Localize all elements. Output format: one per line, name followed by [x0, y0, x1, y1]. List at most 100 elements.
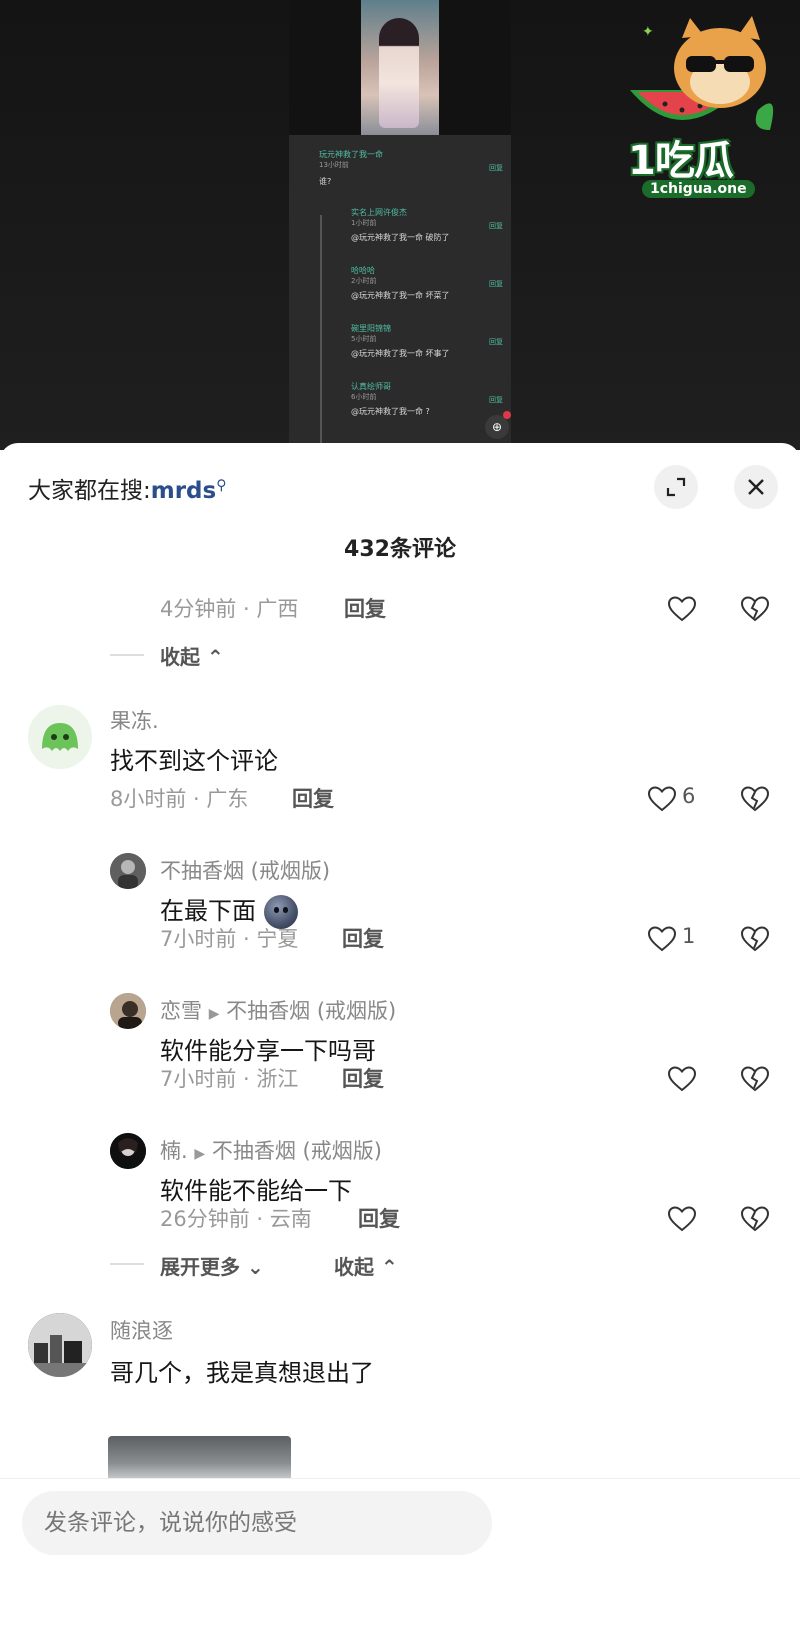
like-icon[interactable] [666, 1203, 698, 1235]
comment-text: 找不到这个评论 [110, 747, 278, 775]
reply-text: 软件能分享一下吗哥 [160, 1037, 376, 1065]
reply-button[interactable]: 回复 [342, 1063, 384, 1093]
comment-username[interactable]: 果冻. [110, 705, 159, 735]
like-count: 1 [682, 924, 696, 948]
screenshot-comment-user: 认真绘师哥 [351, 382, 391, 391]
avatar[interactable] [110, 853, 146, 889]
like-icon[interactable] [666, 1063, 698, 1095]
dislike-icon[interactable] [739, 1203, 771, 1235]
collapse-label: 收起 [160, 645, 200, 669]
screenshot-comment: 玩元神救了我一命 13小时前 谁? [319, 149, 383, 187]
comment-sheet: 大家都在搜:mrds⚲ 432条评论 4分钟前 · 广西 回复 收起 ⌃ 果冻.… [0, 443, 800, 1628]
screenshot-reply-link: 回复 [489, 338, 503, 346]
expand-icon [666, 477, 686, 497]
video-area[interactable]: 玩元神救了我一命 13小时前 谁? 回复 实名上网许俊杰 1小时前 @玩元神救了… [0, 0, 800, 450]
reply-username[interactable]: 不抽香烟 (戒烟版) [160, 855, 330, 885]
reply-username-line: 楠. ▶ 不抽香烟 (戒烟版) [160, 1135, 382, 1165]
expand-button[interactable] [654, 465, 698, 509]
collapse-button[interactable]: 收起 ⌃ [160, 641, 224, 670]
divider [110, 1263, 144, 1265]
reply-to-username[interactable]: 不抽香烟 (戒烟版) [212, 1139, 382, 1163]
screenshot-reply-link: 回复 [489, 164, 503, 172]
screenshot-comment-text: @玩元神救了我一命 ? [351, 407, 430, 416]
like-count: 6 [682, 784, 696, 808]
like-icon[interactable] [646, 783, 678, 815]
reply-button[interactable]: 回复 [358, 1203, 400, 1233]
screenshot-reply-link: 回复 [489, 222, 503, 230]
screenshot-comment: 碗里阳锦锦 5小时前 @玩元神救了我一命 坏事了 [351, 323, 450, 359]
hamster-mascot-icon: ✦ [630, 16, 774, 130]
collapse-button[interactable]: 收起 ⌃ [334, 1251, 398, 1280]
screenshot-comment-text: @玩元神救了我一命 坏菜了 [351, 291, 450, 300]
screenshot-comment: 认真绘师哥 6小时前 @玩元神救了我一命 ? [351, 381, 430, 417]
screenshot-comment: 实名上网许俊杰 1小时前 @玩元神救了我一命 破防了 [351, 207, 450, 243]
chevron-down-icon: ⌄ [246, 1255, 264, 1279]
comment-count-title: 432条评论 [344, 537, 456, 562]
comment-meta: 8小时前 · 广东 [110, 787, 249, 811]
dislike-icon[interactable] [739, 923, 771, 955]
screenshot-comment-text: @玩元神救了我一命 破防了 [351, 233, 450, 242]
reply-text: 软件能不能给一下 [160, 1177, 352, 1205]
reply-to-username[interactable]: 不抽香烟 (戒烟版) [226, 999, 396, 1023]
screenshot-comment-time: 5小时前 [351, 335, 377, 343]
reply-meta: 7小时前 · 宁夏 [160, 927, 299, 951]
screenshot-comment-text: 谁? [319, 177, 332, 186]
chevron-up-icon: ⌃ [380, 1255, 398, 1279]
comment-input[interactable] [22, 1491, 492, 1555]
avatar[interactable] [28, 1313, 92, 1377]
screenshot-comment-time: 1小时前 [351, 219, 377, 227]
comment-username[interactable]: 随浪逐 [110, 1315, 173, 1345]
screenshot-comment: 哈哈哈 2小时前 @玩元神救了我一命 坏菜了 [351, 265, 450, 301]
avatar-image-icon [110, 1133, 146, 1169]
reply-button[interactable]: 回复 [292, 783, 334, 813]
reply-arrow-icon: ▶ [208, 1006, 220, 1022]
reply-button[interactable]: 回复 [344, 593, 386, 623]
svg-text:✦: ✦ [642, 24, 654, 40]
screenshot-comment-text: @玩元神救了我一命 坏事了 [351, 349, 450, 358]
reply-username[interactable]: 恋雪 [160, 999, 202, 1023]
close-button[interactable] [734, 465, 778, 509]
search-icon: ⚲ [216, 477, 227, 494]
reply-username-line: 恋雪 ▶ 不抽香烟 (戒烟版) [160, 995, 396, 1025]
comment-input-bar [0, 1478, 800, 1629]
dislike-icon[interactable] [739, 1063, 771, 1095]
logo-text-big: 1吃瓜 [628, 138, 734, 184]
comment-image-thumbnail[interactable] [108, 1436, 291, 1481]
avatar[interactable] [28, 705, 92, 769]
expand-more-label: 展开更多 [160, 1255, 240, 1279]
logo-text-small: 1chigua.one [642, 180, 755, 198]
avatar-image-icon [110, 993, 146, 1029]
dislike-icon[interactable] [739, 783, 771, 815]
screenshot-comment-user: 哈哈哈 [351, 266, 375, 275]
screenshot-comment-user: 实名上网许俊杰 [351, 208, 407, 217]
screenshot-reply-link: 回复 [489, 280, 503, 288]
video-screenshot: 玩元神救了我一命 13小时前 谁? 回复 实名上网许俊杰 1小时前 @玩元神救了… [289, 0, 511, 450]
avatar[interactable] [110, 1133, 146, 1169]
like-icon[interactable] [666, 593, 698, 625]
photo-figure [379, 18, 419, 128]
close-icon [748, 479, 764, 495]
avatar-image-icon [28, 1313, 92, 1377]
reply-button[interactable]: 回复 [342, 923, 384, 953]
trending-search[interactable]: 大家都在搜:mrds⚲ [28, 471, 226, 505]
collapse-label: 收起 [334, 1255, 374, 1279]
screenshot-comment-time: 6小时前 [351, 393, 377, 401]
avatar[interactable] [110, 993, 146, 1029]
expand-more-button[interactable]: 展开更多 ⌄ [160, 1251, 264, 1280]
screenshot-comment-user: 玩元神救了我一命 [319, 150, 383, 159]
comment-meta: 4分钟前 · 广西 [160, 597, 299, 621]
avatar-image-icon [110, 853, 146, 889]
reply-text-content: 在最下面 [160, 897, 256, 925]
trending-search-keyword[interactable]: mrds [151, 478, 216, 504]
reply-meta: 26分钟前 · 云南 [160, 1207, 312, 1231]
reply-arrow-icon: ▶ [194, 1146, 206, 1162]
screenshot-comment-user: 碗里阳锦锦 [351, 324, 391, 333]
reply-username[interactable]: 楠. [160, 1139, 188, 1163]
screenshot-comment-time: 13小时前 [319, 161, 349, 169]
like-icon[interactable] [646, 923, 678, 955]
notification-dot [503, 411, 511, 419]
dislike-icon[interactable] [739, 593, 771, 625]
watermark-logo: ✦ 1吃瓜 1chigua.one [620, 10, 790, 210]
thread-line [320, 215, 322, 445]
chevron-up-icon: ⌃ [206, 645, 224, 669]
